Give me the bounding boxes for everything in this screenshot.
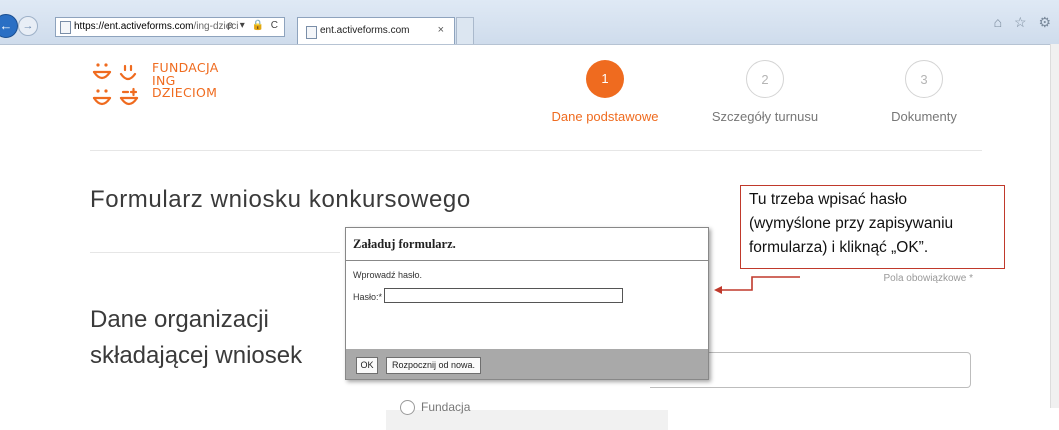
divider: [90, 252, 340, 253]
address-controls-icons[interactable]: ρ ▾ 🔒 C: [227, 20, 280, 31]
logo-line: DZIECIOM: [152, 85, 218, 100]
forward-button[interactable]: →: [18, 16, 38, 36]
step-dokumenty[interactable]: 3 Dokumenty: [869, 60, 979, 124]
address-host: https://ent.activeforms.com: [74, 21, 194, 32]
step-label: Szczegóły turnusu: [711, 109, 819, 124]
step-number: 3: [905, 60, 943, 98]
dialog-prompt: Wprowadź hasło.: [353, 270, 423, 280]
step-label: Dokumenty: [891, 109, 957, 124]
password-input[interactable]: [384, 288, 623, 303]
smiley-faces-icon: [92, 63, 139, 106]
new-tab-button[interactable]: [456, 17, 474, 44]
divider: [346, 260, 708, 261]
step-szczegoly-turnusu[interactable]: 2 Szczegóły turnusu: [703, 60, 827, 124]
section-title: Dane organizacji składającej wniosek: [90, 306, 303, 369]
step-dane-podstawowe[interactable]: 1 Dane podstawowe: [550, 60, 660, 124]
address-bar[interactable]: https://ent.activeforms.com/ing-dzieci ρ…: [55, 17, 285, 37]
radio-label: Fundacja: [421, 400, 471, 414]
load-form-dialog: Załaduj formularz. Wprowadź hasło. Hasło…: [345, 227, 709, 380]
dialog-title: Załaduj formularz.: [353, 237, 456, 251]
page-icon: [60, 21, 71, 34]
step-number: 1: [586, 60, 624, 98]
browser-toolbar: ← → https://ent.activeforms.com/ing-dzie…: [0, 0, 1059, 45]
divider: [90, 150, 982, 151]
form-title: Formularz wniosku konkursowego: [90, 186, 471, 213]
annotation-arrow-icon: [714, 276, 800, 294]
start-over-button[interactable]: Rozpocznij od nowa.: [386, 357, 482, 374]
password-label: Hasło:*: [353, 292, 383, 302]
annotation-callout: Tu trzeba wpisać hasło (wymyślone przy z…: [740, 185, 1005, 269]
annotation-line: formularza) i kliknąć „OK”.: [749, 239, 929, 256]
required-fields-note: Pola obowiązkowe *: [883, 273, 974, 284]
step-label: Dane podstawowe: [551, 109, 659, 124]
annotation-line: Tu trzeba wpisać hasło: [749, 191, 907, 208]
browser-tab[interactable]: ent.activeforms.com ×: [297, 17, 455, 44]
dialog-footer: OK Rozpocznij od nowa.: [346, 349, 708, 379]
home-favorites-tools-icons[interactable]: ⌂ ☆ ⚙: [994, 14, 1055, 31]
address-url[interactable]: https://ent.activeforms.com/ing-dzieci: [74, 21, 239, 32]
annotation-line: (wymyślone przy zapisywaniu: [749, 215, 954, 232]
back-button[interactable]: ←: [0, 14, 18, 38]
logo-text: FUNDACJA ING DZIECIOM: [152, 61, 219, 100]
step-number: 2: [746, 60, 784, 98]
ok-button[interactable]: OK: [356, 357, 378, 374]
page-scrollbar[interactable]: [1050, 44, 1059, 408]
favicon-icon: [306, 26, 317, 39]
tab-title: ent.activeforms.com: [320, 25, 410, 36]
tab-close-icon[interactable]: ×: [438, 24, 444, 36]
